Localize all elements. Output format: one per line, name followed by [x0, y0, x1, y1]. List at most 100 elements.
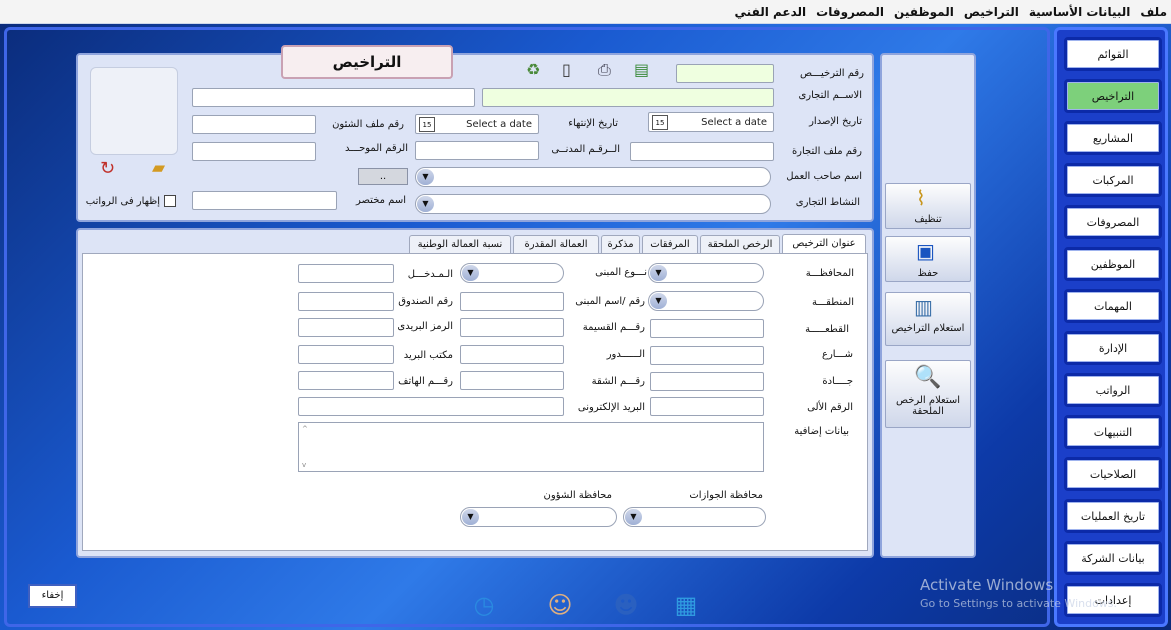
nav-alerts[interactable]: التنبيهات: [1064, 415, 1162, 449]
menu-file[interactable]: ملف: [1140, 5, 1167, 19]
nav-company[interactable]: بيانات الشركة: [1064, 541, 1162, 575]
scanner-icon[interactable]: ▤: [634, 60, 649, 79]
menu-licenses[interactable]: التراخيص: [964, 5, 1019, 19]
scroll-up-icon[interactable]: ^: [302, 425, 308, 433]
reset-photo-icon[interactable]: ↻: [100, 158, 115, 179]
chevron-down-icon[interactable]: ▼: [650, 265, 667, 281]
folder-icon[interactable]: ▰: [152, 158, 165, 178]
calendar-icon[interactable]: 15: [652, 115, 668, 130]
extra-textarea[interactable]: ^ v: [298, 422, 764, 472]
parcel-field[interactable]: [460, 318, 564, 337]
chevron-down-icon[interactable]: ▼: [650, 293, 667, 309]
nav-licenses[interactable]: التراخيص: [1064, 79, 1162, 113]
postal-field[interactable]: [298, 318, 394, 337]
menu-support[interactable]: الدعم الفني: [735, 5, 807, 19]
clock-icon[interactable]: ◷: [462, 585, 506, 625]
trade-file-label: رقم ملف التجارة: [791, 146, 862, 157]
floor-field[interactable]: [460, 345, 564, 364]
printer-icon[interactable]: ⎙: [598, 60, 611, 80]
nav-vehicles[interactable]: المركبات: [1064, 163, 1162, 197]
menu-basic-data[interactable]: البيانات الأساسية: [1029, 5, 1131, 19]
nav-tasks[interactable]: المهمات: [1064, 289, 1162, 323]
short-name-field[interactable]: [192, 191, 337, 210]
chevron-down-icon[interactable]: ▼: [417, 196, 434, 212]
email-field[interactable]: [298, 397, 564, 416]
tab-estimated-labor[interactable]: العمالة المقدرة: [513, 235, 599, 253]
clear-label: تنظيف: [914, 214, 942, 225]
building-no-label: رقم /اسم المبنى: [575, 296, 645, 307]
building-no-field[interactable]: [460, 292, 564, 311]
block-field[interactable]: [650, 319, 764, 338]
affairs-gov-dropdown[interactable]: ▼: [460, 507, 617, 527]
query-licenses-button[interactable]: ▥ استعلام التراخيص: [885, 292, 971, 346]
show-salaries-label: إظهار فى الرواتب: [85, 196, 160, 207]
nav-salaries[interactable]: الرواتب: [1064, 373, 1162, 407]
license-no-field[interactable]: [676, 64, 774, 83]
phone-field[interactable]: [298, 371, 394, 390]
user-search-icon[interactable]: ☺: [538, 585, 582, 625]
building-type-dropdown[interactable]: ▼: [460, 263, 564, 283]
chevron-down-icon[interactable]: ▼: [462, 265, 479, 281]
menu-bar: ملف البيانات الأساسية التراخيص الموظفين …: [0, 0, 1171, 24]
end-date-picker[interactable]: 15 Select a date: [415, 114, 539, 134]
calendar-icon[interactable]: 15: [419, 117, 435, 132]
clear-button[interactable]: ⌇ تنظيف: [885, 183, 971, 229]
nav-permissions[interactable]: الصلاحيات: [1064, 457, 1162, 491]
tab-attached-licenses[interactable]: الرخص الملحقة: [700, 235, 780, 253]
apartment-field[interactable]: [460, 371, 564, 390]
chevron-down-icon[interactable]: ▼: [462, 509, 479, 525]
governorate-dropdown[interactable]: ▼: [648, 263, 764, 283]
tab-attachments[interactable]: المرفقات: [642, 235, 698, 253]
nav-employees[interactable]: الموظفين: [1064, 247, 1162, 281]
chevron-down-icon[interactable]: ▼: [625, 509, 642, 525]
scroll-down-icon[interactable]: v: [302, 461, 306, 469]
recycle-icon[interactable]: ♻: [526, 60, 540, 79]
trade-name-label: الاســم التجارى: [798, 90, 862, 101]
region-dropdown[interactable]: ▼: [648, 291, 764, 311]
auto-no-label: الرقم الألى: [807, 402, 853, 413]
apartment-label: رقـــم الشقة: [591, 376, 645, 387]
nav-expenses[interactable]: المصروفات: [1064, 205, 1162, 239]
book-icon[interactable]: ▯: [562, 60, 571, 79]
civil-no-label: الــرقـم المدنــى: [551, 144, 620, 155]
post-office-label: مكتب البريد: [403, 350, 453, 361]
trade-name-en-field[interactable]: [192, 88, 475, 107]
avenue-field[interactable]: [650, 372, 764, 391]
activity-label: النشاط التجارى: [795, 197, 860, 208]
nav-admin[interactable]: الإدارة: [1064, 331, 1162, 365]
entrance-field[interactable]: [298, 264, 394, 283]
chevron-down-icon[interactable]: ▼: [417, 169, 434, 185]
issue-date-label: تاريخ الإصدار: [809, 116, 862, 127]
issue-date-picker[interactable]: 15 Select a date: [648, 112, 774, 132]
tab-memo[interactable]: مذكرة: [601, 235, 640, 253]
affairs-file-field[interactable]: [192, 115, 316, 134]
query-attached-button[interactable]: 🔍 استعلام الرخص الملحقة: [885, 360, 971, 428]
street-field[interactable]: [650, 346, 764, 365]
save-label: حفظ: [917, 268, 939, 279]
hide-button[interactable]: إخفاء: [28, 584, 77, 608]
add-user-icon[interactable]: ☻: [604, 585, 648, 625]
menu-expenses[interactable]: المصروفات: [816, 5, 884, 19]
auto-no-field[interactable]: [650, 397, 764, 416]
tab-address[interactable]: عنوان الترخيص: [782, 234, 866, 254]
trade-name-field[interactable]: [482, 88, 774, 107]
building-icon[interactable]: ▦: [664, 585, 708, 625]
post-office-field[interactable]: [298, 345, 394, 364]
show-salaries-checkbox[interactable]: [164, 195, 176, 207]
passport-gov-dropdown[interactable]: ▼: [623, 507, 766, 527]
browse-button[interactable]: ..: [358, 168, 408, 185]
pobox-field[interactable]: [298, 292, 394, 311]
activity-dropdown[interactable]: ▼: [415, 194, 771, 214]
nav-lists[interactable]: القوائم: [1064, 37, 1162, 71]
end-date-placeholder: Select a date: [466, 119, 532, 130]
employer-dropdown[interactable]: ▼: [415, 167, 771, 187]
save-button[interactable]: ▣ حفظ: [885, 236, 971, 282]
civil-no-field[interactable]: [415, 141, 539, 160]
tab-national-labor[interactable]: نسبة العمالة الوطنية: [409, 235, 511, 253]
nav-history[interactable]: تاريخ العمليات: [1064, 499, 1162, 533]
nav-projects[interactable]: المشاريع: [1064, 121, 1162, 155]
unified-no-field[interactable]: [192, 142, 316, 161]
trade-file-field[interactable]: [630, 142, 774, 161]
menu-employees[interactable]: الموظفين: [894, 5, 954, 19]
building-type-label: نـــوع المبنى: [595, 267, 647, 278]
